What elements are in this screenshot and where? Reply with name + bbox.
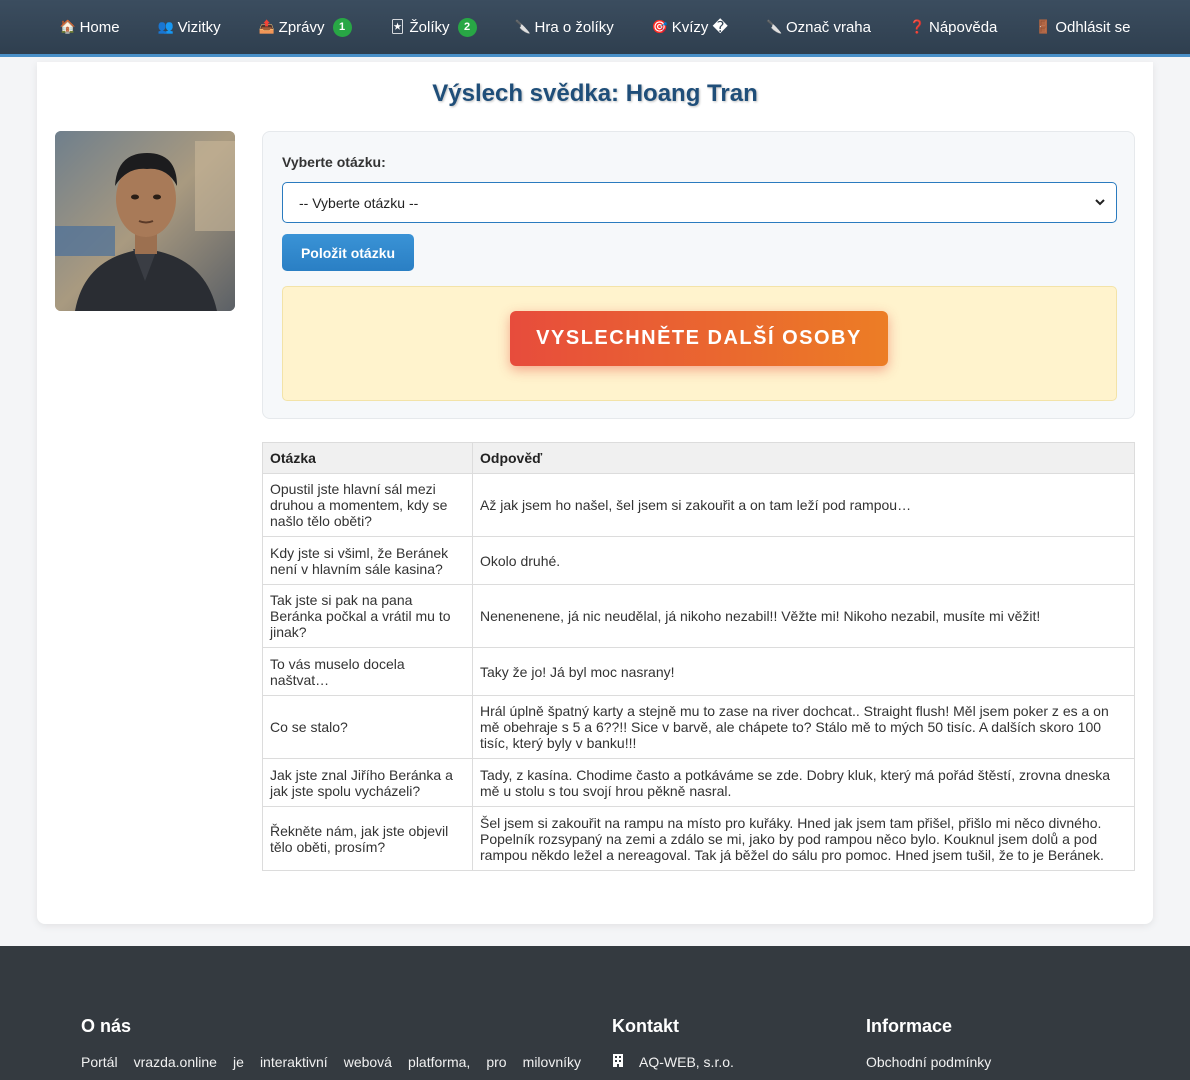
table-row: Kdy jste si všiml, že Beránek není v hla… (262, 536, 1135, 585)
footer-info-title: Informace (866, 1016, 953, 1036)
question-cell: Co se stalo? (262, 695, 473, 759)
footer-info: Informace Obchodní podmínky (866, 1016, 991, 1070)
answer-cell: Taky že jo! Já byl moc nasrany! (472, 647, 1135, 696)
answer-cell: Tady, z kasína. Chodime často a potkávám… (472, 758, 1135, 807)
footer-terms-link[interactable]: Obchodní podmínky (866, 1054, 991, 1070)
page-title: Výslech svědka: Hoang Tran (432, 80, 758, 107)
target-icon: 🎯 (651, 19, 668, 34)
question-cell: Řekněte nám, jak jste objevil tělo oběti… (262, 806, 473, 871)
knife-icon: 🔪 (765, 19, 783, 34)
question-cell: Opustil jste hlavní sál mezi druhou a mo… (262, 473, 473, 537)
nav-label: Žolíky (409, 18, 450, 36)
question-select-value: -- Vyberte otázku -- (299, 194, 419, 211)
nav-oznac-vraha[interactable]: 🔪 Označ vraha (747, 0, 890, 54)
card-icon: 🃏 (390, 19, 405, 34)
table-row: Řekněte nám, jak jste objevil tělo oběti… (262, 806, 1135, 871)
answer-cell: Nenenenene, já nic neudělal, já nikoho n… (472, 584, 1135, 648)
answer-cell: Hrál úplně špatný karty a stejně mu to z… (472, 695, 1135, 759)
footer-about-text: Portál vrazda.online je interaktivní web… (81, 1054, 581, 1070)
footer-contact-title: Kontakt (612, 1016, 679, 1036)
main-card: Výslech svědka: Hoang Tran Vyberte otázk… (37, 62, 1153, 924)
chevron-down-icon (1094, 196, 1106, 211)
house-icon: 🏠 (59, 19, 76, 34)
answer-cell: Až jak jsem ho našel, šel jsem si zakouř… (472, 473, 1135, 537)
nav-zpravy[interactable]: 📤 Zprávy 1 (240, 0, 371, 54)
nav-label: Home (79, 18, 120, 36)
column-header-answer: Odpověď (472, 442, 1135, 474)
table-header-row: Otázka Odpověď (262, 442, 1135, 474)
footer-about-title: O nás (81, 1016, 132, 1036)
nav-home[interactable]: 🏠 Home (41, 0, 139, 54)
footer: O nás Portál vrazda.online je interaktiv… (0, 946, 1190, 1080)
people-icon: 👥 (157, 19, 174, 34)
question-cell: Kdy jste si všiml, že Beránek není v hla… (262, 536, 473, 585)
table-row: Opustil jste hlavní sál mezi druhou a mo… (262, 473, 1135, 537)
nav-logout[interactable]: 🚪 Odhlásit se (1016, 0, 1149, 54)
question-cell: Jak jste znal Jiřího Beránka a jak jste … (262, 758, 473, 807)
nav-label: Kvízy � (671, 19, 728, 36)
jokers-count-badge: 2 (457, 17, 477, 37)
notice-box: VYSLECHNĚTE DALŠÍ OSOBY (282, 286, 1117, 401)
footer-about: O nás Portál vrazda.online je interaktiv… (81, 1016, 581, 1070)
nav-label: Hra o žolíky (534, 18, 614, 36)
question-icon: ❓ (909, 19, 926, 34)
nav-label: Nápověda (929, 18, 998, 36)
ask-question-button[interactable]: Položit otázku (282, 234, 414, 271)
footer-contact: Kontakt AQ-WEB, s.r.o. (612, 1016, 734, 1070)
nav-vizitky[interactable]: 👥 Vizitky (139, 0, 240, 54)
table-row: Co se stalo? Hrál úplně špatný karty a s… (262, 695, 1135, 759)
building-icon (612, 1054, 626, 1070)
nav-zoliky[interactable]: 🃏 Žolíky 2 (371, 0, 496, 54)
knife-icon: 🔪 (514, 19, 531, 34)
table-row: To vás muselo docela naštvat… Taky že jo… (262, 647, 1135, 696)
door-icon: 🚪 (1035, 19, 1052, 34)
column-header-question: Otázka (262, 442, 473, 474)
footer-contact-company: AQ-WEB, s.r.o. (612, 1054, 734, 1070)
qa-table: Otázka Odpověď Opustil jste hlavní sál m… (262, 442, 1135, 871)
nav-hra-o-zoliky[interactable]: 🔪 Hra o žolíky (496, 0, 633, 54)
interrogate-next-button[interactable]: VYSLECHNĚTE DALŠÍ OSOBY (510, 311, 888, 366)
answer-cell: Okolo druhé. (472, 536, 1135, 585)
nav-label: Zprávy (278, 18, 325, 36)
nav-napoveda[interactable]: ❓ Nápověda (890, 0, 1016, 54)
nav-label: Odhlásit se (1055, 18, 1131, 36)
question-select[interactable]: -- Vyberte otázku -- (282, 182, 1117, 223)
question-cell: Tak jste si pak na pana Beránka počkal a… (262, 584, 473, 648)
top-navigation: 🏠 Home 👥 Vizitky 📤 Zprávy 1 🃏 Žolíky 2 🔪… (0, 0, 1190, 57)
table-row: Tak jste si pak na pana Beránka počkal a… (262, 584, 1135, 648)
answer-cell: Šel jsem si zakouřit na rampu na místo p… (472, 806, 1135, 871)
table-row: Jak jste znal Jiřího Beránka a jak jste … (262, 758, 1135, 807)
messages-count-badge: 1 (332, 17, 352, 37)
witness-photo (55, 131, 235, 311)
nav-label: Označ vraha (785, 18, 871, 36)
nav-kvizy[interactable]: 🎯 Kvízy � (633, 0, 747, 54)
nav-label: Vizitky (177, 18, 221, 36)
company-name: AQ-WEB, s.r.o. (639, 1054, 734, 1070)
question-panel: Vyberte otázku: -- Vyberte otázku -- Pol… (262, 131, 1135, 419)
inbox-icon: 📤 (258, 19, 275, 34)
witness-portrait-image (55, 131, 235, 311)
question-cell: To vás muselo docela naštvat… (262, 647, 473, 696)
question-select-label: Vyberte otázku: (282, 154, 386, 170)
